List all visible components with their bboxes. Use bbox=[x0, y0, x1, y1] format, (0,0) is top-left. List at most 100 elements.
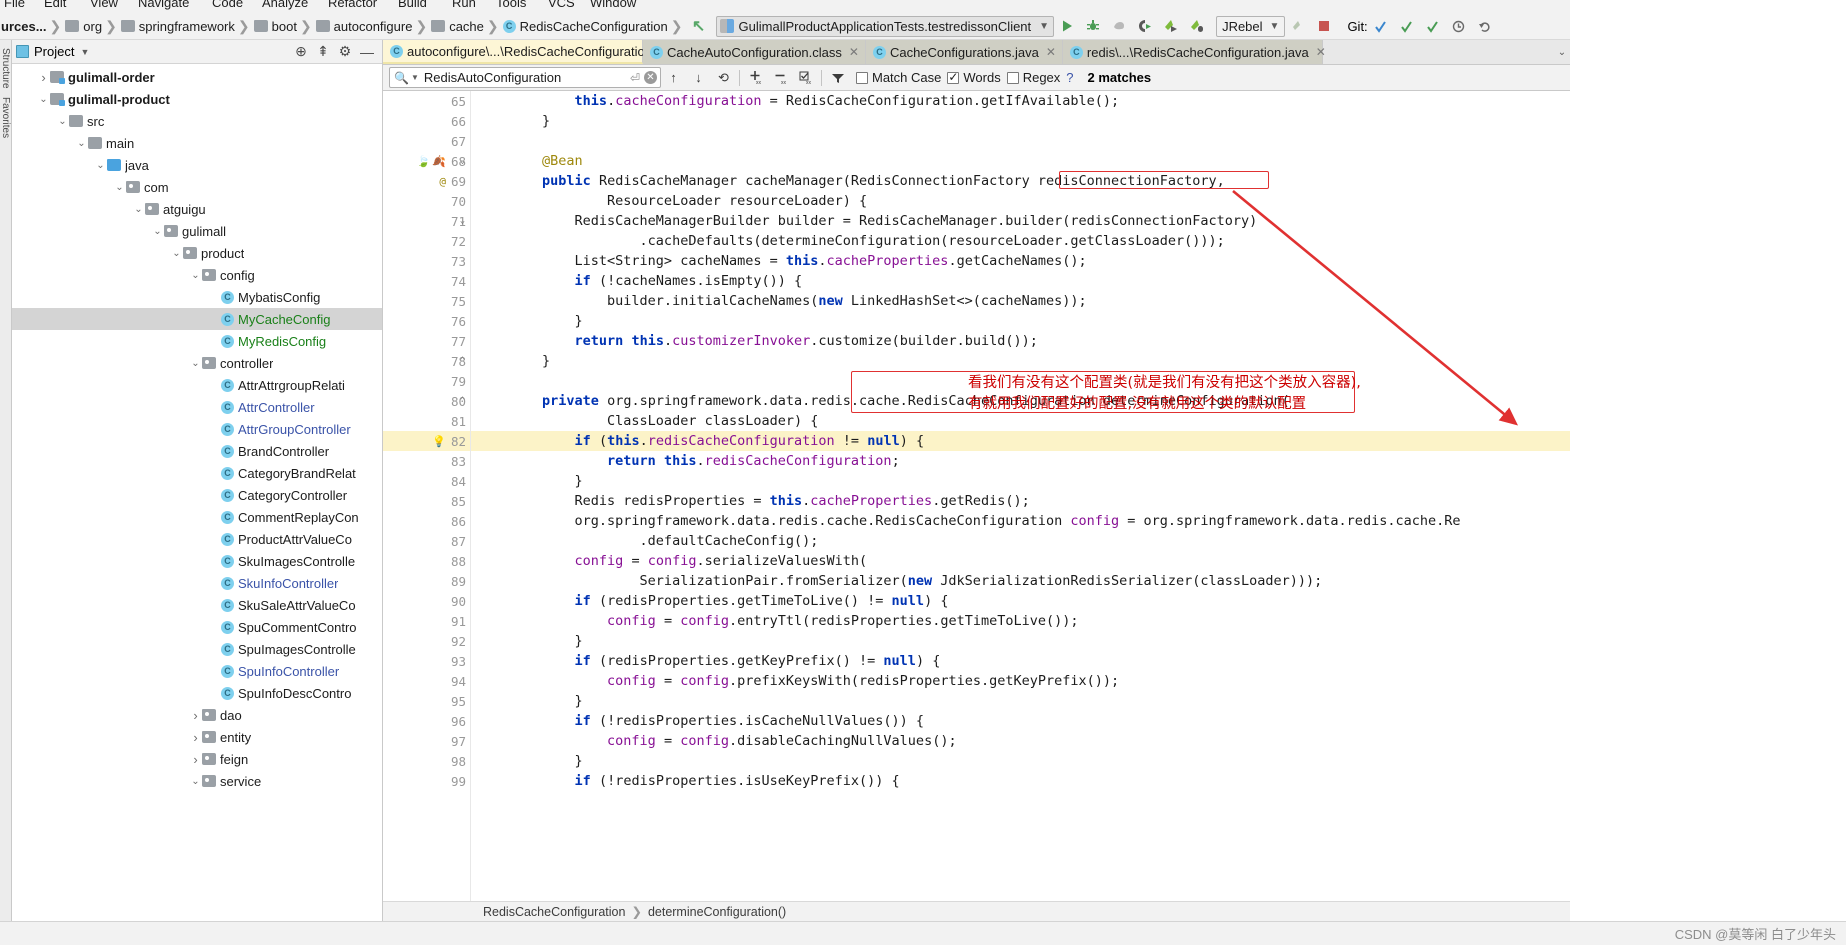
chevron-down-icon[interactable]: ⌄ bbox=[132, 204, 145, 215]
gutter-line-67[interactable]: 67 bbox=[383, 131, 470, 151]
annotation-gutter-icon[interactable]: @ bbox=[439, 175, 446, 188]
code-line-92[interactable]: } bbox=[471, 631, 1570, 651]
gutter-line-90[interactable]: 90 bbox=[383, 591, 470, 611]
history-icon[interactable] bbox=[1446, 14, 1472, 38]
words-checkbox[interactable]: Words bbox=[947, 70, 1001, 85]
gutter-line-68[interactable]: 68 🍃 🍂 ⌄ bbox=[383, 151, 470, 171]
tree-node-skuinfocontroller[interactable]: C SkuInfoController bbox=[12, 572, 382, 594]
editor-tab-3[interactable]: Credis\...\RedisCacheConfiguration.java ✕ bbox=[1062, 40, 1326, 64]
jrebel-config-icon[interactable] bbox=[1285, 14, 1311, 38]
gutter-line-65[interactable]: 65 bbox=[383, 91, 470, 111]
gutter-line-81[interactable]: 81 bbox=[383, 411, 470, 431]
code-line-74[interactable]: if (!cacheNames.isEmpty()) { bbox=[471, 271, 1570, 291]
gutter-line-75[interactable]: 75 bbox=[383, 291, 470, 311]
gutter-line-93[interactable]: 93 bbox=[383, 651, 470, 671]
gutter-line-91[interactable]: 91 bbox=[383, 611, 470, 631]
code-line-97[interactable]: config = config.disableCachingNullValues… bbox=[471, 731, 1570, 751]
code-line-72[interactable]: .cacheDefaults(determineConfiguration(re… bbox=[471, 231, 1570, 251]
close-icon[interactable]: ✕ bbox=[849, 45, 859, 59]
tree-node-commentreplaycon[interactable]: C CommentReplayCon bbox=[12, 506, 382, 528]
line-number-gutter[interactable]: 65 66 67 68 🍃 🍂 ⌄ 69 @70 71 ⌄ 72 73 74 75 76 77 78 ⌃ 79 80 ⌃ 8… bbox=[383, 91, 471, 901]
tree-node-feign[interactable]: › feign bbox=[12, 748, 382, 770]
tree-node-spuinfodesccontro[interactable]: C SpuInfoDescContro bbox=[12, 682, 382, 704]
collapse-all-icon[interactable]: ⇞ bbox=[312, 43, 334, 60]
hide-panel-icon[interactable]: — bbox=[356, 44, 378, 60]
breadcrumb-springframework[interactable]: springframework bbox=[118, 15, 237, 37]
code-fold-icon[interactable]: ⌄ bbox=[458, 156, 467, 166]
editor-breadcrumb-method[interactable]: determineConfiguration() bbox=[648, 905, 786, 919]
push-icon[interactable] bbox=[1420, 14, 1446, 38]
chevron-down-icon[interactable]: ⌄ bbox=[151, 226, 164, 237]
editor-tab-1[interactable]: C CacheAutoConfiguration.class ✕ bbox=[643, 40, 866, 64]
tree-node-attrattrgrouprelati[interactable]: C AttrAttrgroupRelati bbox=[12, 374, 382, 396]
menu-item-run[interactable]: Run bbox=[452, 0, 476, 10]
bean-gutter-icon[interactable]: 🍃 bbox=[417, 155, 431, 168]
menu-item-vcs[interactable]: VCS bbox=[548, 0, 575, 10]
chevron-right-icon[interactable]: › bbox=[37, 70, 50, 85]
regex-checkbox[interactable]: Regex bbox=[1006, 70, 1060, 85]
breadcrumb-resources[interactable]: urces... bbox=[0, 15, 49, 37]
tree-node-spucommentcontro[interactable]: C SpuCommentContro bbox=[12, 616, 382, 638]
close-icon[interactable]: ✕ bbox=[1316, 45, 1326, 59]
code-line-96[interactable]: if (!redisProperties.isCacheNullValues()… bbox=[471, 711, 1570, 731]
menu-item-edit[interactable]: Edit bbox=[44, 0, 66, 10]
tree-node-productattrvalueco[interactable]: C ProductAttrValueCo bbox=[12, 528, 382, 550]
editor-tab-2[interactable]: C CacheConfigurations.java ✕ bbox=[865, 40, 1063, 64]
code-line-68[interactable]: @Bean bbox=[471, 151, 1570, 171]
find-help-icon[interactable]: ? bbox=[1066, 70, 1073, 85]
chevron-down-icon[interactable]: ⌄ bbox=[113, 182, 126, 193]
gutter-line-70[interactable]: 70 bbox=[383, 191, 470, 211]
chevron-down-icon[interactable]: ⌄ bbox=[75, 138, 88, 149]
gutter-line-78[interactable]: 78 ⌃ bbox=[383, 351, 470, 371]
menu-item-window[interactable]: Window bbox=[590, 0, 636, 10]
tool-button-favorites[interactable]: Favorites bbox=[0, 97, 11, 138]
gutter-line-66[interactable]: 66 bbox=[383, 111, 470, 131]
tree-node-product[interactable]: ⌄ product bbox=[12, 242, 382, 264]
tree-node-com[interactable]: ⌄ com bbox=[12, 176, 382, 198]
editor-breadcrumb-class[interactable]: RedisCacheConfiguration bbox=[483, 905, 625, 919]
menu-item-file[interactable]: File bbox=[4, 0, 25, 10]
chevron-right-icon[interactable]: › bbox=[189, 730, 202, 745]
gutter-line-87[interactable]: 87 bbox=[383, 531, 470, 551]
gutter-line-99[interactable]: 99 bbox=[383, 771, 470, 791]
tree-node-spuimagescontrolle[interactable]: C SpuImagesControlle bbox=[12, 638, 382, 660]
code-line-89[interactable]: SerializationPair.fromSerializer(new Jdk… bbox=[471, 571, 1570, 591]
code-line-94[interactable]: config = config.prefixKeysWith(redisProp… bbox=[471, 671, 1570, 691]
menu-item-analyze[interactable]: Analyze bbox=[262, 0, 308, 10]
gutter-line-79[interactable]: 79 bbox=[383, 371, 470, 391]
gutter-line-95[interactable]: 95 bbox=[383, 691, 470, 711]
breadcrumb-boot[interactable]: boot bbox=[251, 15, 299, 37]
gutter-line-71[interactable]: 71 ⌄ bbox=[383, 211, 470, 231]
code-fold-icon[interactable]: ⌄ bbox=[458, 216, 467, 226]
bulb-icon[interactable]: 💡 bbox=[432, 435, 446, 448]
gutter-line-86[interactable]: 86 bbox=[383, 511, 470, 531]
menu-item-view[interactable]: View bbox=[90, 0, 118, 10]
jrebel-debug-icon[interactable] bbox=[1184, 14, 1210, 38]
filter-icon[interactable] bbox=[825, 67, 850, 89]
undo-icon[interactable] bbox=[1472, 14, 1498, 38]
code-line-73[interactable]: List<String> cacheNames = this.cacheProp… bbox=[471, 251, 1570, 271]
clear-icon[interactable]: ✕ bbox=[644, 71, 657, 84]
tree-node-service[interactable]: ⌄ service bbox=[12, 770, 382, 792]
tree-node-attrcontroller[interactable]: C AttrController bbox=[12, 396, 382, 418]
gutter-line-80[interactable]: 80 ⌃ bbox=[383, 391, 470, 411]
close-icon[interactable]: ✕ bbox=[1046, 45, 1056, 59]
code-line-76[interactable]: } bbox=[471, 311, 1570, 331]
project-tree[interactable]: › gulimall-order ⌄ gulimall-product ⌄ src ⌄ mai… bbox=[12, 64, 382, 921]
run-configuration-selector[interactable]: GulimallProductApplicationTests.testredi… bbox=[715, 15, 1055, 37]
code-line-86[interactable]: org.springframework.data.redis.cache.Red… bbox=[471, 511, 1570, 531]
editor-tab-0[interactable]: Cautoconfigure\...\RedisCacheConfigurati… bbox=[383, 40, 697, 64]
gutter-line-84[interactable]: 84 bbox=[383, 471, 470, 491]
gutter-line-76[interactable]: 76 bbox=[383, 311, 470, 331]
tree-node-java[interactable]: ⌄ java bbox=[12, 154, 382, 176]
gutter-line-94[interactable]: 94 bbox=[383, 671, 470, 691]
gutter-line-89[interactable]: 89 bbox=[383, 571, 470, 591]
breadcrumb-org[interactable]: org bbox=[62, 15, 104, 37]
code-line-69[interactable]: public RedisCacheManager cacheManager(Re… bbox=[471, 171, 1570, 191]
code-line-65[interactable]: this.cacheConfiguration = RedisCacheConf… bbox=[471, 91, 1570, 111]
tree-node-categorybrandrelat[interactable]: C CategoryBrandRelat bbox=[12, 462, 382, 484]
code-line-77[interactable]: return this.customizerInvoker.customize(… bbox=[471, 331, 1570, 351]
code-line-75[interactable]: builder.initialCacheNames(new LinkedHash… bbox=[471, 291, 1570, 311]
tree-node-main[interactable]: ⌄ main bbox=[12, 132, 382, 154]
tree-node-dao[interactable]: › dao bbox=[12, 704, 382, 726]
